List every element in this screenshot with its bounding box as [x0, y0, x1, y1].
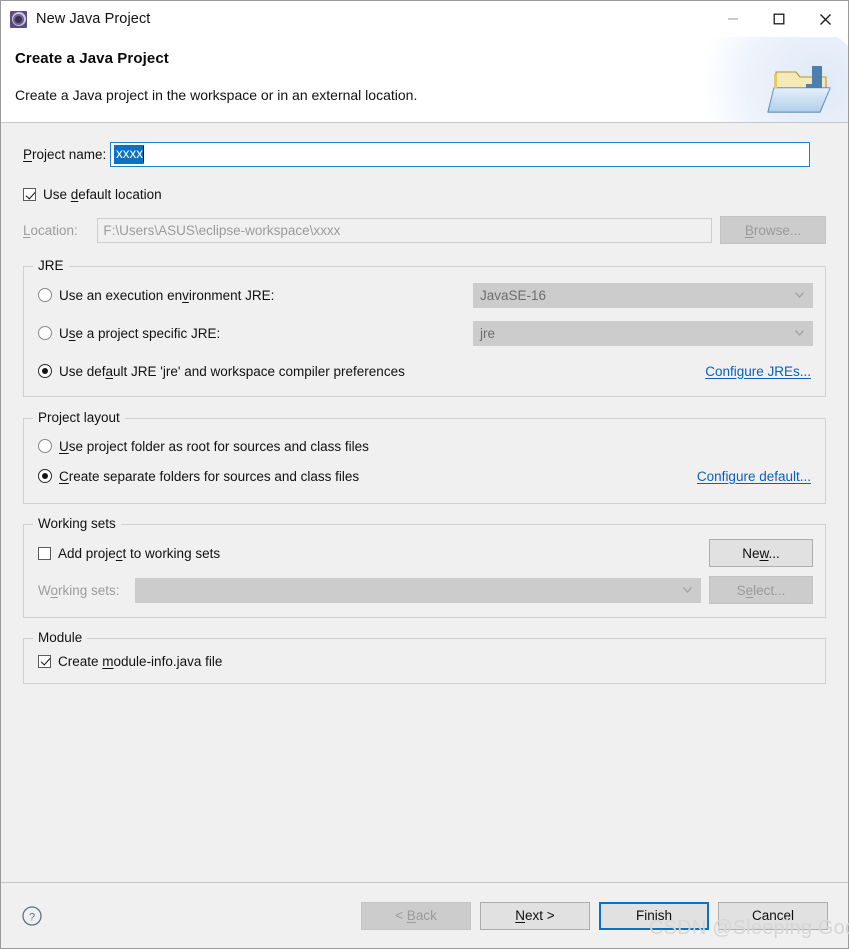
window-controls [710, 1, 848, 37]
jre-project-specific-label: Use a project specific JRE: [59, 325, 221, 341]
layout-separate-folders-radio[interactable] [38, 469, 52, 483]
minimize-icon[interactable] [710, 1, 756, 37]
select-working-set-button: Select... [709, 576, 813, 604]
help-icon[interactable]: ? [21, 905, 43, 927]
chevron-down-icon [795, 292, 804, 298]
jre-project-specific-row[interactable]: Use a project specific JRE: jre [38, 320, 813, 346]
working-sets-row: Working sets: Select... [38, 576, 813, 604]
use-default-location-checkbox[interactable] [23, 188, 36, 201]
finish-label: Finish [635, 908, 672, 923]
project-name-input[interactable]: xxxx [110, 141, 810, 167]
chevron-down-icon [683, 587, 692, 593]
wizard-header: Create a Java Project Create a Java proj… [1, 37, 848, 123]
jre-project-specific-radio[interactable] [38, 326, 52, 340]
add-to-working-sets-row[interactable]: Add project to working sets New... [38, 539, 813, 567]
next-label: Next > [515, 908, 555, 923]
project-layout-legend: Project layout [33, 410, 125, 425]
create-module-info-checkbox[interactable] [38, 654, 51, 668]
working-sets-label: Working sets: [38, 582, 120, 598]
use-default-location-row[interactable]: Use default location [23, 187, 826, 202]
jre-execution-environment-label: Use an execution environment JRE: [59, 287, 275, 303]
layout-separate-folders-row[interactable]: Create separate folders for sources and … [38, 465, 813, 487]
project-name-label: Project name: [23, 146, 107, 162]
create-module-info-row[interactable]: Create module-info.java file [38, 651, 813, 671]
java-project-folder-icon [688, 37, 848, 122]
close-icon[interactable] [802, 1, 848, 37]
jre-execution-environment-row[interactable]: Use an execution environment JRE: JavaSE… [38, 282, 813, 308]
next-button[interactable]: Next > [480, 901, 590, 930]
location-label: Location: [23, 222, 78, 238]
jre-execution-environment-combo: JavaSE-16 [473, 282, 813, 308]
footer-buttons: < Back Next > Finish Cancel [361, 901, 828, 930]
jre-execution-environment-value: JavaSE-16 [480, 287, 547, 303]
jre-default-label: Use default JRE 'jre' and workspace comp… [59, 363, 405, 379]
wizard-body: Project name: xxxx Use default location … [1, 123, 848, 882]
location-row: Location: F:\Users\ASUS\eclipse-workspac… [23, 216, 826, 244]
chevron-down-icon [795, 330, 804, 336]
location-value: F:\Users\ASUS\eclipse-workspace\xxxx [103, 222, 341, 238]
jre-execution-environment-radio[interactable] [38, 288, 52, 302]
jre-default-row[interactable]: Use default JRE 'jre' and workspace comp… [38, 359, 813, 383]
title-bar: New Java Project [1, 1, 848, 37]
create-module-info-label: Create module-info.java file [58, 653, 223, 669]
jre-project-specific-combo: jre [473, 320, 813, 346]
finish-button[interactable]: Finish [599, 901, 709, 930]
back-label: < Back [395, 908, 437, 923]
layout-project-folder-row[interactable]: Use project folder as root for sources a… [38, 435, 813, 457]
configure-jres-link[interactable]: Configure JREs... [705, 364, 811, 379]
use-default-location-label: Use default location [43, 187, 162, 202]
new-java-project-dialog: New Java Project Create a Java Project C… [0, 0, 849, 949]
working-sets-combo [135, 577, 701, 603]
cancel-button[interactable]: Cancel [718, 901, 828, 930]
jre-group: JRE Use an execution environment JRE: Ja… [23, 258, 826, 397]
browse-button: Browse... [720, 216, 826, 244]
configure-default-link[interactable]: Configure default... [697, 469, 811, 484]
project-name-value: xxxx [114, 144, 144, 164]
layout-separate-folders-label: Create separate folders for sources and … [59, 468, 360, 484]
window-title: New Java Project [36, 11, 151, 27]
new-working-set-label: New... [742, 545, 780, 561]
browse-label: Browse... [744, 222, 802, 238]
project-name-row: Project name: xxxx [23, 141, 826, 167]
svg-text:?: ? [29, 911, 35, 923]
maximize-icon[interactable] [756, 1, 802, 37]
java-project-icon [10, 10, 27, 28]
new-working-set-button[interactable]: New... [709, 539, 813, 567]
module-group: Module Create module-info.java file [23, 630, 826, 684]
location-input: F:\Users\ASUS\eclipse-workspace\xxxx [97, 217, 712, 243]
layout-project-folder-radio[interactable] [38, 439, 52, 453]
jre-legend: JRE [33, 258, 69, 273]
jre-default-radio[interactable] [38, 364, 52, 378]
module-legend: Module [33, 630, 88, 645]
add-to-working-sets-label: Add project to working sets [58, 545, 221, 561]
dialog-footer: ? < Back Next > Finish Cancel [1, 882, 848, 948]
add-to-working-sets-checkbox[interactable] [38, 546, 51, 560]
project-layout-group: Project layout Use project folder as roo… [23, 410, 826, 504]
working-sets-group: Working sets Add project to working sets… [23, 516, 826, 618]
working-sets-legend: Working sets [33, 516, 121, 531]
select-working-set-label: Select... [736, 582, 786, 598]
layout-project-folder-label: Use project folder as root for sources a… [59, 438, 369, 454]
jre-project-specific-value: jre [480, 325, 496, 341]
cancel-label: Cancel [751, 908, 795, 923]
back-button: < Back [361, 901, 471, 930]
